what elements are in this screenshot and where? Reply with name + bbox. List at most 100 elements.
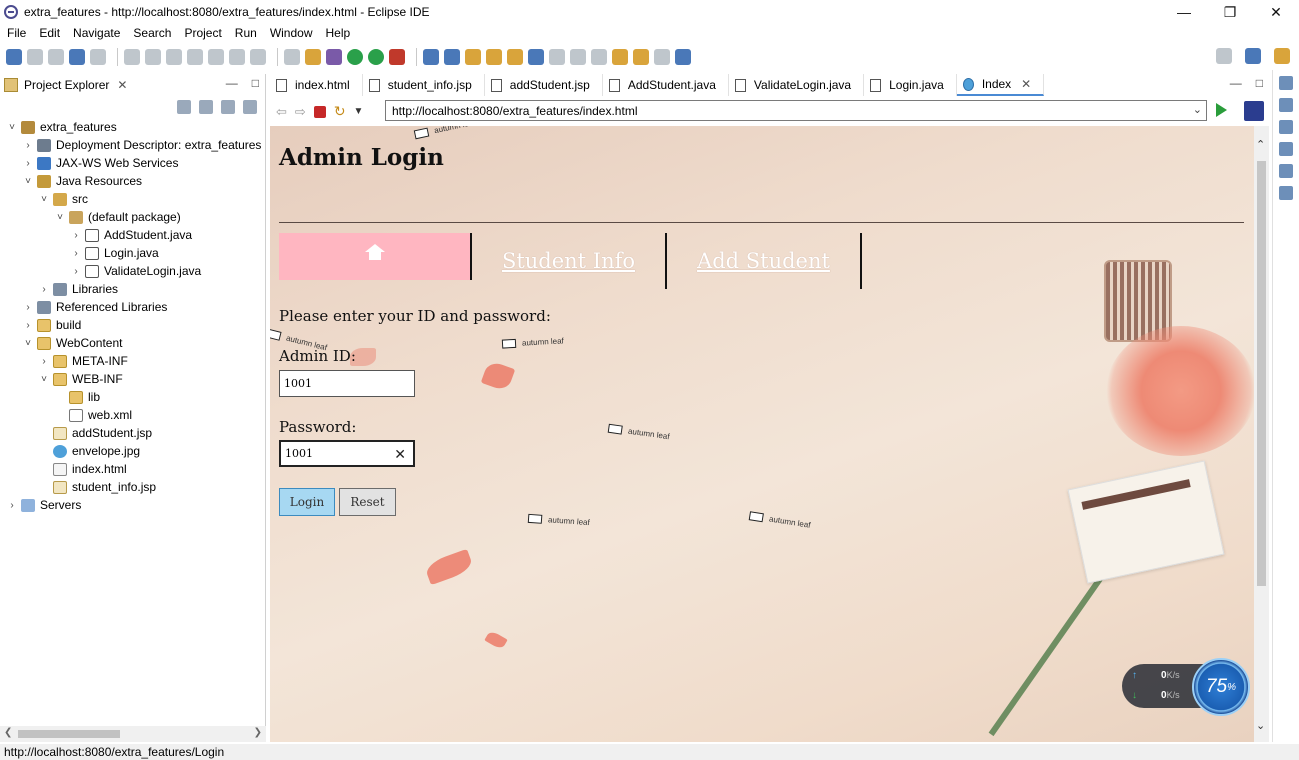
step-over-icon[interactable] (229, 49, 245, 65)
new-icon[interactable] (6, 49, 22, 65)
url-dropdown-icon[interactable]: ⌄ (1193, 103, 1202, 116)
forward-icon[interactable] (654, 49, 670, 65)
admin-id-field[interactable] (279, 370, 415, 397)
refresh-icon[interactable]: ↻ (334, 103, 346, 120)
java-ee-perspective-icon[interactable] (1274, 48, 1290, 64)
tree-item[interactable]: ˅ WEB-INF (0, 370, 266, 388)
close-icon[interactable]: ✕ (117, 78, 127, 92)
password-field[interactable]: ✕ (279, 440, 415, 467)
home-nav-link[interactable] (279, 233, 472, 280)
student-info-nav-link[interactable]: Student Info (472, 233, 667, 289)
open-web-browser-icon[interactable] (528, 49, 544, 65)
chevron-right-icon[interactable]: › (38, 284, 50, 295)
eclipse-marketplace-icon[interactable] (1244, 101, 1264, 121)
scrollbar-thumb[interactable] (1257, 161, 1266, 586)
chevron-right-icon[interactable]: › (70, 266, 82, 277)
pin-editor-icon[interactable] (675, 49, 691, 65)
admin-id-input[interactable] (284, 377, 384, 390)
tree-item[interactable]: › META-INF (0, 352, 266, 370)
editor-tab[interactable]: student_info.jsp (363, 74, 485, 96)
menu-window[interactable]: Window (263, 26, 319, 40)
menu-file[interactable]: File (0, 26, 32, 40)
tree-item[interactable]: envelope.jpg (0, 442, 266, 460)
tree-item[interactable]: › build (0, 316, 266, 334)
console-icon[interactable] (1279, 186, 1293, 200)
save-icon[interactable] (27, 49, 43, 65)
menu-help[interactable]: Help (319, 26, 357, 40)
maximize-button[interactable]: ❐ (1207, 0, 1253, 24)
open-resource-icon[interactable] (486, 49, 502, 65)
menu-project[interactable]: Project (177, 26, 227, 40)
tree-item[interactable]: student_info.jsp (0, 478, 266, 496)
editor-tab[interactable]: ValidateLogin.java (729, 74, 865, 96)
skip-breakpoints-icon[interactable] (90, 49, 106, 65)
terminate-icon[interactable] (166, 49, 182, 65)
network-speed-widget[interactable]: ↑ 0K/s ↓ 0K/s 75% (1122, 658, 1250, 716)
next-annotation-icon[interactable] (570, 49, 586, 65)
menu-navigate[interactable]: Navigate (66, 26, 126, 40)
link-with-editor-icon[interactable] (199, 100, 213, 114)
run-icon[interactable] (347, 49, 363, 65)
chevron-right-icon[interactable]: › (22, 302, 34, 313)
chevron-down-icon[interactable]: ▼ (354, 106, 364, 117)
collapse-all-icon[interactable] (177, 100, 191, 114)
new-java-class-icon[interactable] (423, 49, 439, 65)
resume-icon[interactable] (124, 49, 140, 65)
menu-search[interactable]: Search (126, 26, 177, 40)
project-explorer-tab[interactable]: Project Explorer ✕ (0, 74, 127, 96)
coverage-icon[interactable] (368, 49, 384, 65)
chevron-down-icon[interactable]: ˅ (22, 338, 34, 349)
external-tools-icon[interactable] (389, 49, 405, 65)
password-input[interactable] (285, 447, 385, 460)
disconnect-icon[interactable] (187, 49, 203, 65)
tree-item[interactable]: ˅ (default package) (0, 208, 266, 226)
annotation-icon[interactable] (549, 49, 565, 65)
forward-arrow-icon[interactable]: ⇨ (295, 104, 306, 120)
close-tab-icon[interactable]: ✕ (1021, 77, 1031, 91)
new-package-icon[interactable] (444, 49, 460, 65)
vertical-scrollbar[interactable]: ⌃ ⌄ (1254, 126, 1269, 742)
open-type-icon[interactable] (465, 49, 481, 65)
tree-item[interactable]: ˅ extra_features (0, 118, 266, 136)
tree-item[interactable]: ˅ WebContent (0, 334, 266, 352)
maximize-editor-icon[interactable]: □ (1256, 76, 1263, 90)
step-into-icon[interactable] (208, 49, 224, 65)
close-button[interactable]: ✕ (1253, 0, 1299, 24)
tree-item[interactable]: lib (0, 388, 266, 406)
url-input[interactable] (392, 103, 1172, 118)
step-return-icon[interactable] (250, 49, 266, 65)
chevron-down-icon[interactable]: ˅ (54, 212, 66, 223)
tree-item[interactable]: › Libraries (0, 280, 266, 298)
search-task-icon[interactable] (507, 49, 523, 65)
minimize-editor-icon[interactable]: — (1230, 76, 1242, 90)
server-icon[interactable] (305, 49, 321, 65)
task-list-icon[interactable] (1279, 120, 1293, 134)
editor-tab[interactable]: addStudent.jsp (485, 74, 603, 96)
tree-item[interactable]: web.xml (0, 406, 266, 424)
chevron-down-icon[interactable]: ˅ (22, 176, 34, 187)
chevron-right-icon[interactable]: › (70, 230, 82, 241)
tree-item[interactable]: ˅ Java Resources (0, 172, 266, 190)
back-icon[interactable] (633, 49, 649, 65)
debug-icon[interactable] (326, 49, 342, 65)
chevron-right-icon[interactable]: › (6, 500, 18, 511)
chevron-down-icon[interactable]: ˅ (38, 194, 50, 205)
markers-icon[interactable] (1279, 142, 1293, 156)
editor-tab[interactable]: Login.java (864, 74, 957, 96)
suspend-icon[interactable] (145, 49, 161, 65)
tree-item[interactable]: › Deployment Descriptor: extra_features (0, 136, 266, 154)
tree-item[interactable]: › Login.java (0, 244, 266, 262)
go-icon[interactable] (1216, 103, 1227, 117)
maximize-panel-icon[interactable]: □ (252, 76, 259, 90)
filter-icon[interactable] (221, 100, 235, 114)
chevron-right-icon[interactable]: › (22, 158, 34, 169)
restore-icon[interactable] (1279, 76, 1293, 90)
editor-tab[interactable]: AddStudent.java (603, 74, 729, 96)
clear-icon[interactable]: ✕ (394, 446, 406, 463)
reset-button[interactable]: Reset (339, 488, 396, 516)
scroll-left-icon[interactable]: ❮ (4, 727, 12, 738)
horizontal-scrollbar[interactable]: ❮ ❯ (0, 726, 266, 742)
open-perspective-icon[interactable] (1245, 48, 1261, 64)
scroll-right-icon[interactable]: ❯ (254, 727, 262, 738)
editor-tab[interactable]: index.html (270, 74, 363, 96)
